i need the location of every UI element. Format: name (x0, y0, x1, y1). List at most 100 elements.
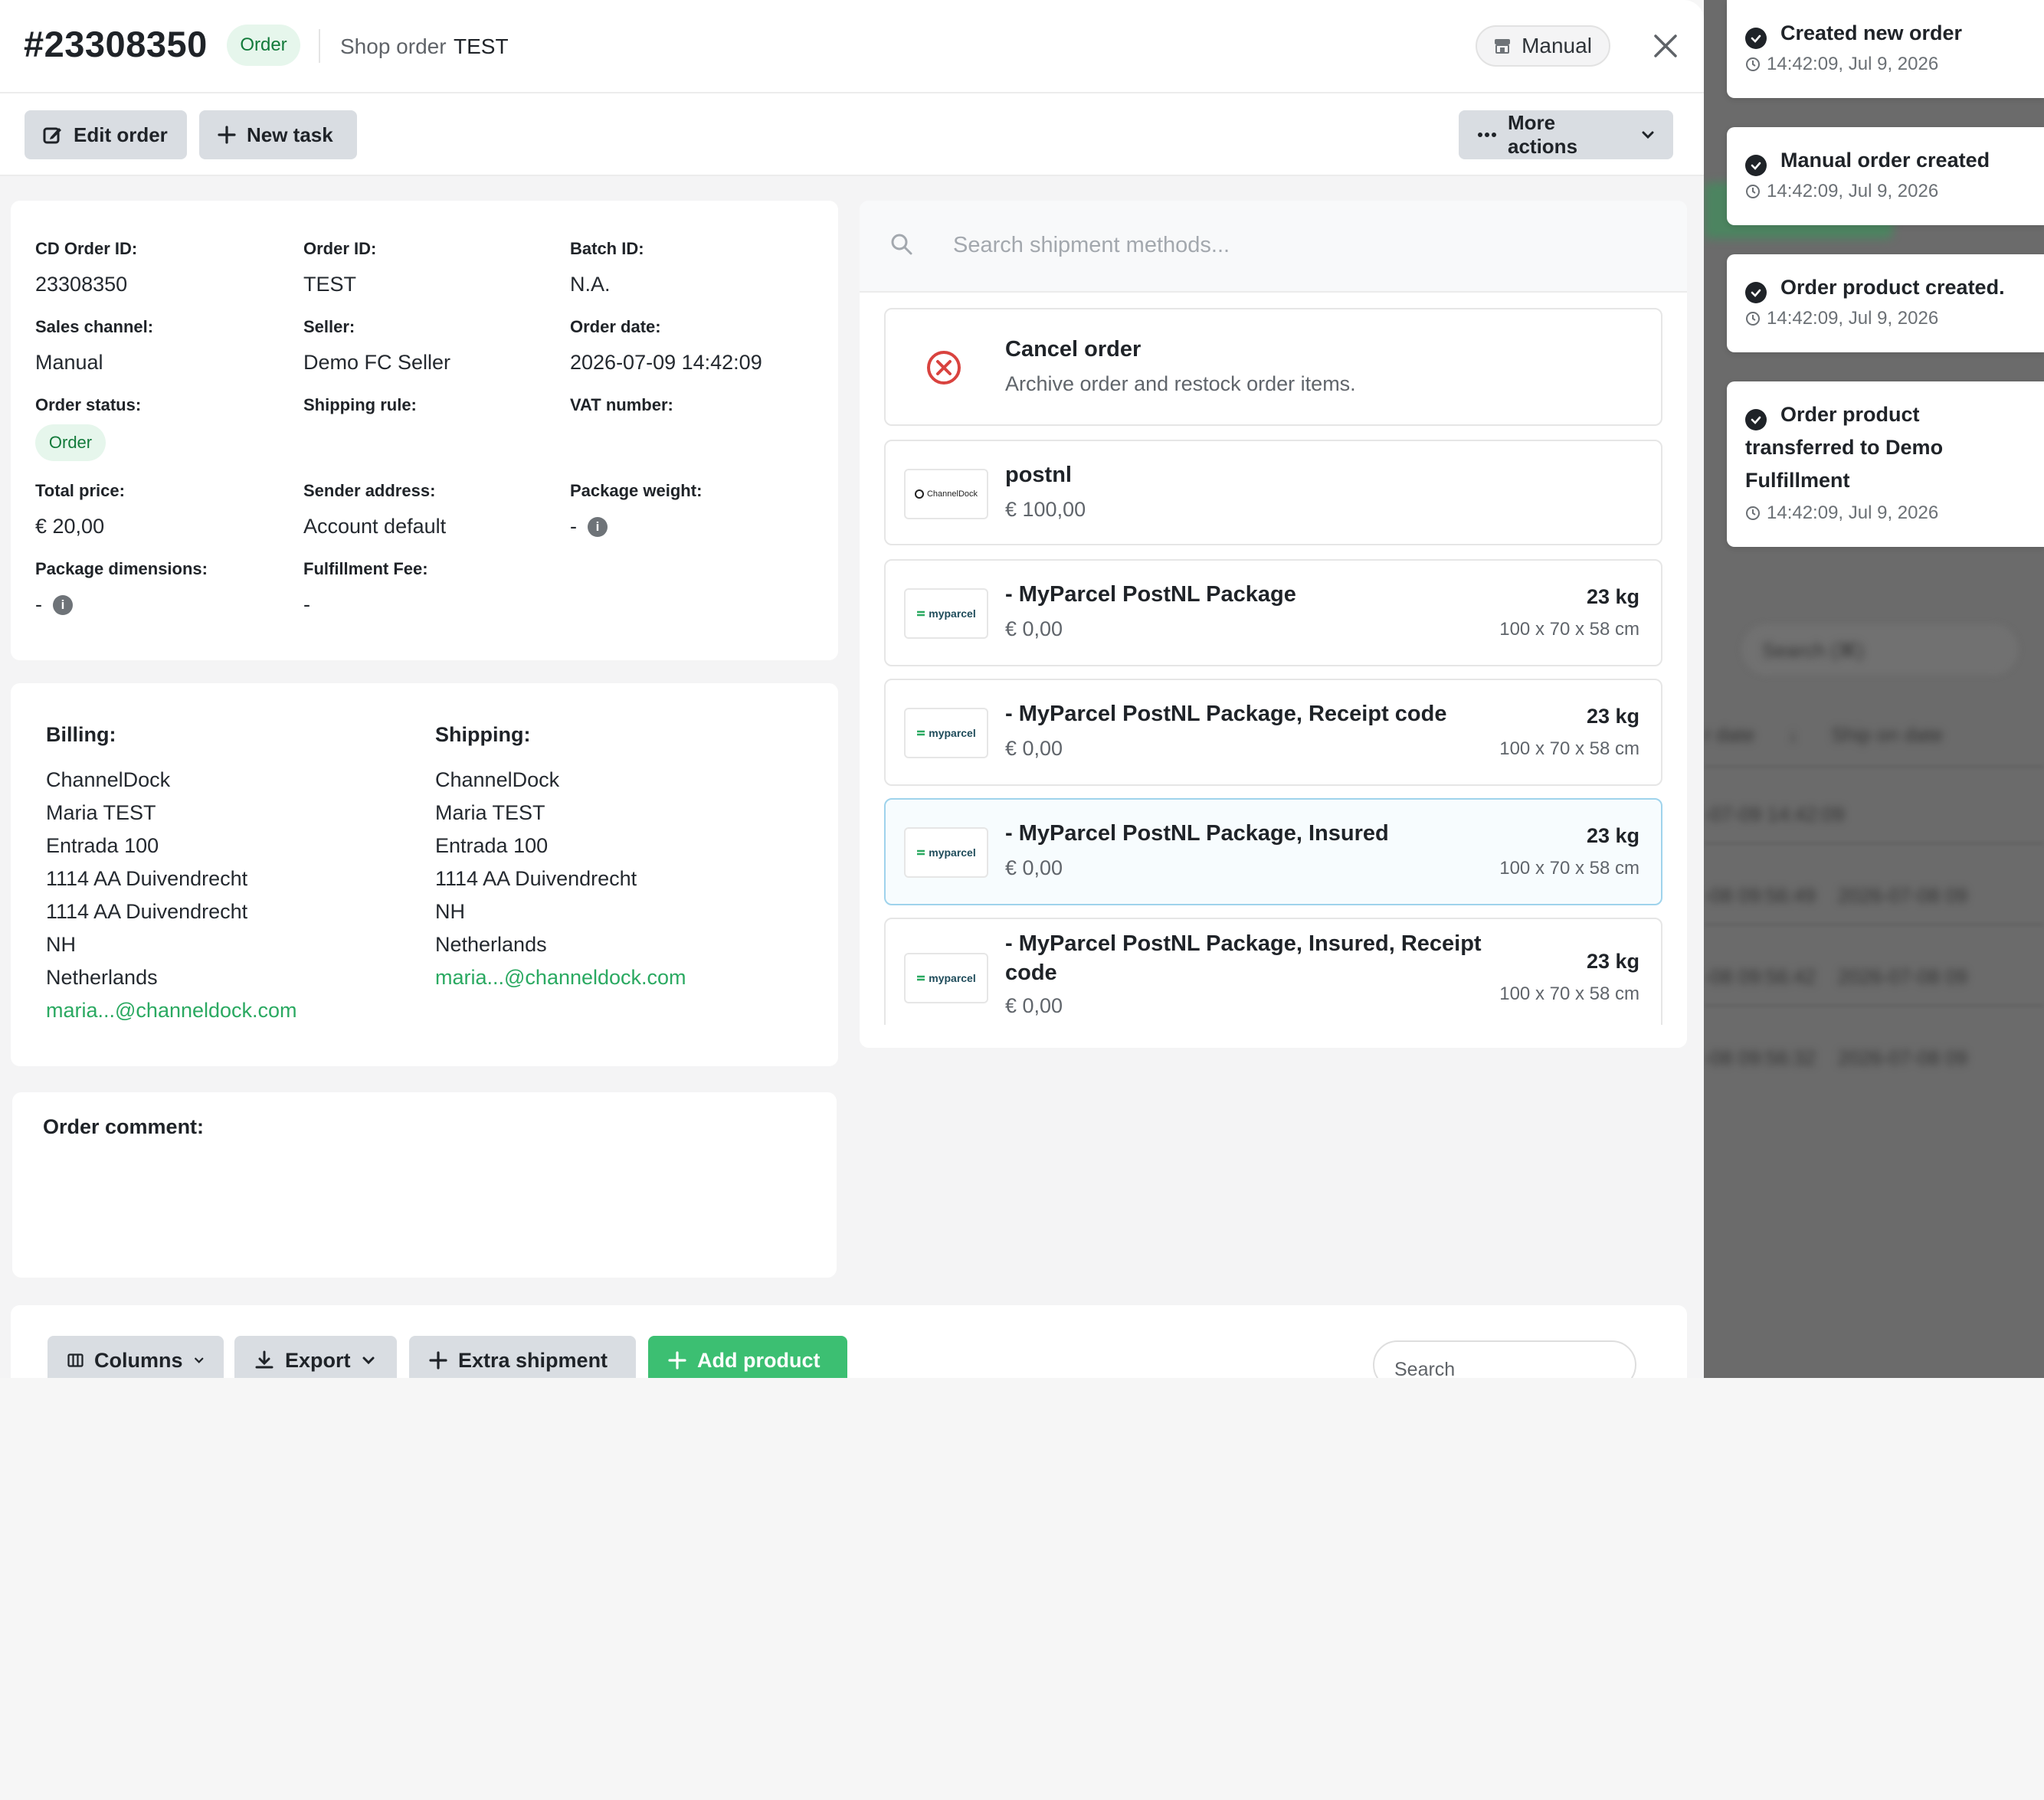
method-price: € 0,00 (1005, 994, 1063, 1017)
field-value: - (570, 515, 577, 538)
field-value: € 20,00 (35, 515, 105, 538)
notification-time: 14:42:09, Jul 9, 2026 (1745, 54, 1938, 75)
info-icon[interactable]: i (588, 516, 608, 537)
order-comment-card[interactable]: Order comment: (12, 1092, 837, 1278)
method-weight: 23 kg (1586, 824, 1639, 847)
order-status-badge: Order (35, 424, 106, 461)
field-value: 2026-07-09 14:42:09 (570, 351, 762, 374)
shipment-method-option[interactable]: myparcel - MyParcel PostNL Package € 0,0… (884, 559, 1662, 666)
field-value: N.A. (570, 273, 611, 296)
close-icon (1654, 34, 1677, 57)
method-price: € 0,00 (1005, 737, 1063, 760)
field-label: Seller: (303, 317, 355, 336)
edit-order-button[interactable]: Edit order (25, 110, 187, 159)
close-button[interactable] (1647, 28, 1684, 64)
field-label: Package dimensions: (35, 559, 208, 578)
columns-button[interactable]: Columns (47, 1336, 224, 1378)
shipment-search-input[interactable]: Search shipment methods... (860, 201, 1687, 293)
method-name: postnl (1005, 463, 1072, 487)
action-toolbar: Edit order New task More actions (0, 93, 1704, 176)
carrier-logo-text: ChannelDock (926, 489, 978, 499)
shipment-method-option[interactable]: myparcel - MyParcel PostNL Package, Rece… (884, 679, 1662, 786)
field-label: Order status: (35, 395, 142, 414)
sales-channel-field: Sales channel: Manual (35, 317, 153, 375)
add-product-button[interactable]: Add product (648, 1336, 847, 1378)
shipping-line: Netherlands (435, 933, 547, 956)
notification-time: 14:42:09, Jul 9, 2026 (1745, 181, 1938, 202)
billing-email-link[interactable]: maria...@channeldock.com (46, 994, 297, 1027)
method-dimensions: 100 x 70 x 58 cm (1499, 619, 1639, 640)
shipping-email-link[interactable]: maria...@channeldock.com (435, 961, 686, 994)
notification-toast[interactable]: Order product transferred to Demo Fulfil… (1727, 381, 2044, 547)
notification-title: Manual order created (1745, 144, 1990, 177)
shipping-line: ChannelDock (435, 768, 560, 791)
notification-time-text: 14:42:09, Jul 9, 2026 (1767, 54, 1939, 74)
store-icon (1495, 39, 1511, 54)
field-label: Fulfillment Fee: (303, 559, 428, 578)
cancel-title: Cancel order (1005, 337, 1142, 362)
extra-shipment-label: Extra shipment (458, 1348, 608, 1372)
shipment-method-option[interactable]: ChannelDock postnl € 100,00 (884, 440, 1662, 545)
order-detail-modal: #23308350 Order Shop order TEST Manual E… (0, 0, 1704, 1378)
package-dimensions-field: Package dimensions: - i (35, 559, 208, 617)
shipping-address: Shipping: ChannelDock Maria TEST Entrada… (435, 723, 686, 994)
carrier-logo: ChannelDock (904, 469, 988, 519)
billing-line: NH (46, 933, 76, 956)
shipment-method-option-selected[interactable]: myparcel - MyParcel PostNL Package, Insu… (884, 798, 1662, 905)
chevron-down-icon (194, 1357, 203, 1363)
field-label: Order ID: (303, 239, 377, 258)
status-badge: Order (227, 25, 300, 66)
table-search-placeholder: Search (1394, 1359, 1456, 1378)
billing-line: 1114 AA Duivendrecht (46, 867, 248, 890)
myparcel-logo-icon (917, 730, 925, 736)
method-name: - MyParcel PostNL Package, Receipt code (1005, 702, 1447, 726)
carrier-logo-text: myparcel (929, 607, 976, 620)
field-value: 23308350 (35, 273, 128, 296)
billing-line: ChannelDock (46, 768, 171, 791)
billing-heading: Billing: (46, 723, 116, 746)
extra-shipment-button[interactable]: Extra shipment (409, 1336, 636, 1378)
shipping-line: Maria TEST (435, 801, 545, 824)
notification-title: Order product transferred to Demo Fulfil… (1745, 398, 1943, 497)
field-label: Batch ID: (570, 239, 644, 258)
notification-title-text: Fulfillment (1745, 469, 1850, 492)
billing-line: Maria TEST (46, 801, 156, 824)
method-weight: 23 kg (1586, 705, 1639, 728)
notification-title: Created new order (1745, 17, 1962, 50)
shipment-method-option[interactable]: myparcel - MyParcel PostNL Package, Insu… (884, 918, 1662, 1025)
new-task-button[interactable]: New task (199, 110, 357, 159)
billing-line: 1114 AA Duivendrecht (46, 900, 248, 923)
background-blur-text: Search (⌘) (1762, 639, 1864, 662)
field-value-row: - i (35, 593, 208, 617)
more-actions-label: More actions (1508, 111, 1578, 158)
notification-time-text: 14:42:09, Jul 9, 2026 (1767, 502, 1939, 523)
field-label: Package weight: (570, 481, 703, 500)
more-icon (1478, 133, 1496, 137)
check-circle-icon (1745, 409, 1767, 430)
package-weight-field: Package weight: - i (570, 481, 702, 538)
notification-toast[interactable]: Created new order 14:42:09, Jul 9, 2026 (1727, 0, 2044, 98)
more-actions-button[interactable]: More actions (1459, 110, 1673, 159)
field-value: Demo FC Seller (303, 351, 451, 374)
divider (319, 29, 320, 63)
notification-toast[interactable]: Order product created. 14:42:09, Jul 9, … (1727, 254, 2044, 352)
shop-order-value: TEST (454, 34, 509, 58)
notification-time-text: 14:42:09, Jul 9, 2026 (1767, 308, 1939, 329)
order-number: #23308350 (24, 24, 208, 64)
shipping-heading: Shipping: (435, 723, 531, 746)
carrier-logo: myparcel (904, 588, 988, 639)
cancel-order-option[interactable]: Cancel order Archive order and restock o… (884, 308, 1662, 426)
field-label: Shipping rule: (303, 395, 417, 414)
field-label: Sender address: (303, 481, 436, 500)
notification-toast[interactable]: Manual order created 14:42:09, Jul 9, 20… (1727, 127, 2044, 225)
plus-icon (668, 1351, 686, 1370)
export-button[interactable]: Export (234, 1336, 397, 1378)
carrier-logo-text: myparcel (929, 972, 976, 984)
check-circle-icon (1745, 155, 1767, 176)
carrier-logo: myparcel (904, 708, 988, 758)
info-icon[interactable]: i (53, 594, 73, 615)
billing-address: Billing: ChannelDock Maria TEST Entrada … (46, 723, 297, 1027)
notification-time: 14:42:09, Jul 9, 2026 (1745, 308, 1938, 329)
check-circle-icon (1745, 282, 1767, 303)
table-search-input[interactable]: Search (1373, 1340, 1636, 1378)
